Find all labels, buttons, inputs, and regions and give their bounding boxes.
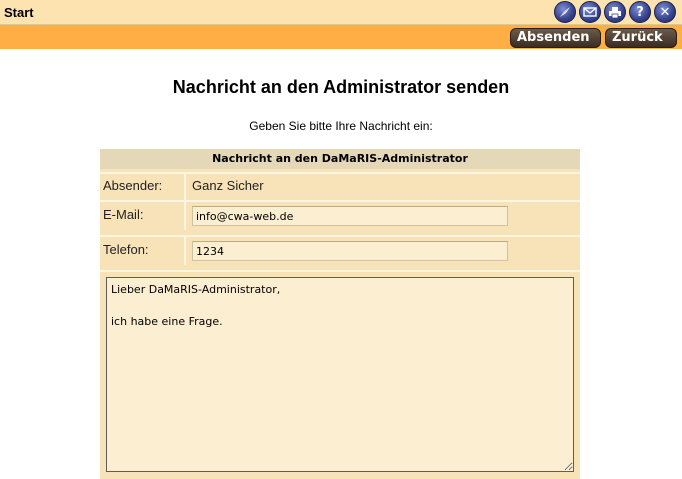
phone-row: Telefon: [100, 235, 580, 267]
email-row: E-Mail: [100, 200, 580, 232]
divider [184, 202, 186, 230]
sender-row: Absender: Ganz Sicher [100, 172, 580, 200]
email-field[interactable] [192, 206, 508, 226]
instruction-text: Geben Sie bitte Ihre Nachricht ein: [249, 119, 433, 133]
form-header: Nachricht an den DaMaRIS-Administrator [100, 149, 580, 169]
phone-field[interactable] [192, 241, 508, 261]
email-label: E-Mail: [103, 207, 144, 222]
printer-icon[interactable] [604, 1, 626, 23]
mail-icon[interactable] [579, 1, 601, 23]
title-bar: Start ? ✕ [0, 0, 682, 25]
back-button[interactable]: Zurück [605, 28, 677, 48]
divider [184, 237, 186, 265]
sender-label: Absender: [103, 178, 163, 193]
divider [184, 174, 186, 200]
help-icon[interactable]: ? [629, 1, 651, 23]
sender-value: Ganz Sicher [192, 178, 264, 193]
page-heading: Nachricht an den Administrator senden [172, 77, 510, 97]
toolbar-icons: ? ✕ [554, 1, 676, 23]
page-title: Start [4, 5, 34, 20]
message-form: Nachricht an den DaMaRIS-Administrator A… [100, 149, 580, 479]
message-textarea[interactable]: Lieber DaMaRIS-Administrator, ich habe e… [106, 277, 574, 472]
compass-icon[interactable] [554, 1, 576, 23]
close-icon[interactable]: ✕ [654, 1, 676, 23]
send-button[interactable]: Absenden [510, 28, 601, 48]
phone-label: Telefon: [103, 242, 149, 257]
message-row: Lieber DaMaRIS-Administrator, ich habe e… [100, 270, 580, 479]
